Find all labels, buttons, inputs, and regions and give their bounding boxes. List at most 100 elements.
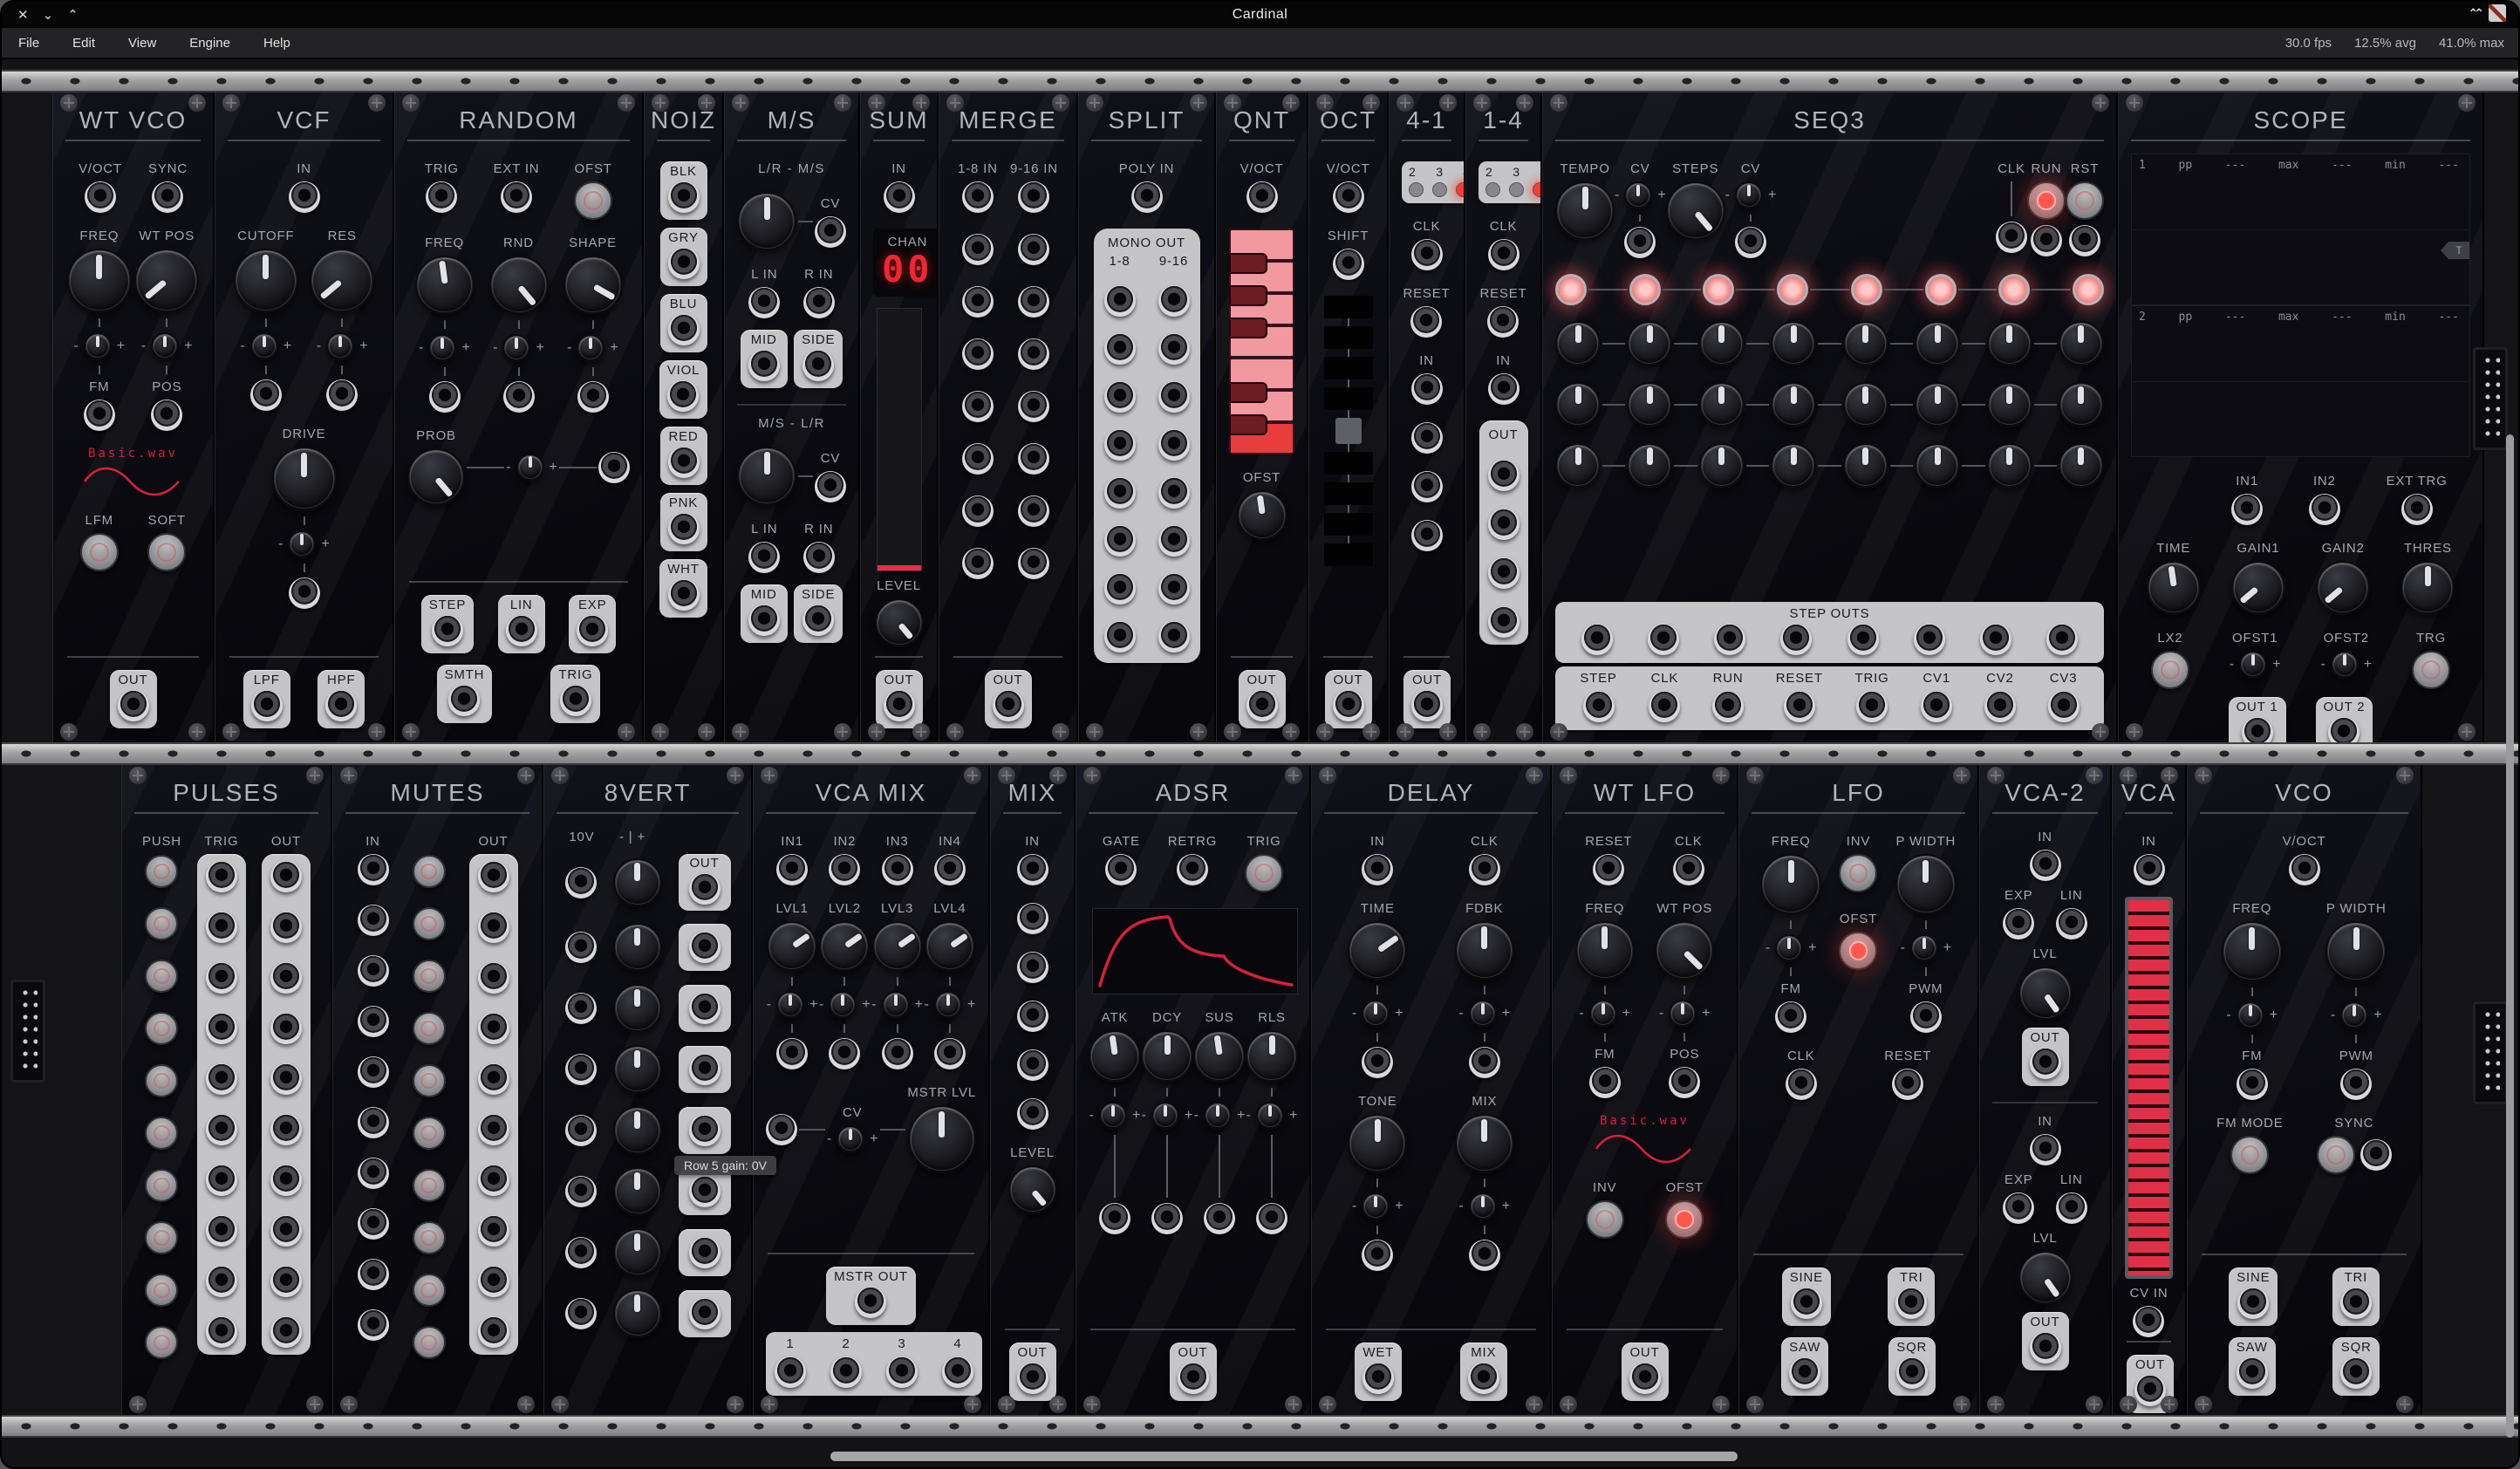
port-poly-in[interactable] bbox=[1131, 181, 1163, 213]
knob-p-width[interactable] bbox=[1895, 854, 1957, 915]
button-push-6[interactable] bbox=[145, 1117, 178, 1150]
port-in[interactable] bbox=[1411, 422, 1443, 454]
port-lvl3[interactable] bbox=[882, 1038, 913, 1069]
port-in-8[interactable] bbox=[565, 1298, 597, 1329]
trim-knob[interactable] bbox=[776, 991, 804, 1019]
port-in[interactable] bbox=[358, 1158, 389, 1189]
port-9-16-in[interactable] bbox=[1018, 548, 1049, 579]
knob-cv3-step3[interactable] bbox=[1699, 443, 1745, 489]
port-9-16-in[interactable] bbox=[1018, 443, 1049, 475]
port-1-8-in[interactable] bbox=[962, 338, 994, 370]
port-out-1[interactable] bbox=[2242, 717, 2273, 742]
port-1-8-in[interactable] bbox=[962, 495, 994, 527]
port-cv3[interactable] bbox=[2048, 691, 2080, 722]
knob-cv3-step1[interactable] bbox=[1555, 443, 1601, 489]
trim-knob[interactable] bbox=[2340, 1001, 2368, 1029]
port-9-16[interactable] bbox=[1158, 333, 1190, 365]
menu-item-file[interactable]: File bbox=[2, 28, 56, 58]
knob-cv1-step8[interactable] bbox=[2059, 321, 2104, 366]
port-trig[interactable] bbox=[206, 962, 237, 994]
port-out[interactable] bbox=[1488, 606, 1520, 638]
knob-wt-pos[interactable] bbox=[1655, 921, 1714, 980]
port-in-5[interactable] bbox=[565, 1115, 597, 1146]
port-out[interactable] bbox=[884, 690, 915, 721]
port-out[interactable] bbox=[270, 1063, 302, 1095]
port-out[interactable] bbox=[993, 690, 1024, 721]
port-v-oct[interactable] bbox=[85, 181, 116, 213]
port-in[interactable] bbox=[358, 1208, 389, 1240]
trim-knob[interactable] bbox=[1589, 1000, 1617, 1028]
port-run[interactable] bbox=[1712, 691, 1744, 722]
port-sus[interactable] bbox=[1204, 1203, 1235, 1234]
port-in1[interactable] bbox=[776, 854, 808, 885]
port-step-out-6[interactable] bbox=[1914, 624, 1945, 655]
port-step-out-5[interactable] bbox=[1847, 624, 1879, 655]
port-v-oct[interactable] bbox=[1333, 181, 1364, 213]
port-clk[interactable] bbox=[1996, 222, 2027, 253]
knob-gain-6[interactable] bbox=[613, 1167, 662, 1216]
port-in[interactable] bbox=[358, 1259, 389, 1290]
knob-cv2-step7[interactable] bbox=[1987, 382, 2032, 427]
port-out[interactable] bbox=[1411, 690, 1443, 721]
port-out[interactable] bbox=[270, 1013, 302, 1044]
knob-cv1-step6[interactable] bbox=[1915, 321, 1960, 366]
trim-knob[interactable] bbox=[428, 334, 456, 362]
knob-cv3-step6[interactable] bbox=[1915, 443, 1960, 489]
trim-knob[interactable] bbox=[1669, 1000, 1697, 1028]
port-in[interactable] bbox=[2030, 850, 2061, 881]
port-out[interactable] bbox=[1178, 1363, 1209, 1394]
trim-knob[interactable] bbox=[502, 334, 530, 362]
port-v-oct[interactable] bbox=[2289, 854, 2320, 885]
port-trig[interactable] bbox=[206, 1063, 237, 1095]
knob-lvl[interactable] bbox=[2018, 1251, 2073, 1305]
trim-knob[interactable] bbox=[250, 332, 278, 360]
port-1-8[interactable] bbox=[1104, 429, 1136, 461]
port-1-8[interactable] bbox=[1104, 333, 1136, 365]
port-lin[interactable] bbox=[2056, 1192, 2087, 1224]
port-step-out-7[interactable] bbox=[1980, 624, 2011, 655]
port-in[interactable] bbox=[358, 1107, 389, 1138]
trim-knob[interactable] bbox=[1735, 181, 1763, 209]
port-9-16[interactable] bbox=[1158, 285, 1190, 317]
port-tri[interactable] bbox=[1895, 1288, 1927, 1319]
knob-freq[interactable] bbox=[415, 256, 475, 315]
knob-time[interactable] bbox=[1348, 921, 1407, 980]
knob-gain-2[interactable] bbox=[613, 923, 662, 972]
port-1-8-in[interactable] bbox=[962, 181, 994, 213]
piano-key-d[interactable] bbox=[1229, 382, 1267, 403]
knob-ofst[interactable] bbox=[1237, 490, 1287, 541]
knob-cv3-step2[interactable] bbox=[1627, 443, 1672, 489]
port-mix[interactable] bbox=[1468, 1363, 1499, 1394]
knob-cv3-step4[interactable] bbox=[1771, 443, 1816, 489]
port-out[interactable] bbox=[1488, 557, 1520, 589]
port-pwm[interactable] bbox=[2340, 1069, 2372, 1100]
octave-cell[interactable] bbox=[1324, 357, 1373, 379]
port-fm[interactable] bbox=[1589, 1067, 1621, 1098]
port-1-8-in[interactable] bbox=[962, 286, 994, 318]
knob-gain-5[interactable] bbox=[613, 1106, 662, 1155]
port-lpf[interactable] bbox=[251, 690, 283, 721]
port-in[interactable] bbox=[358, 1006, 389, 1037]
port-in[interactable] bbox=[884, 181, 915, 213]
button-push-4[interactable] bbox=[145, 1012, 178, 1045]
button-lfm[interactable] bbox=[80, 533, 119, 571]
port-out[interactable] bbox=[1629, 1363, 1661, 1394]
channel-button-3[interactable] bbox=[1509, 182, 1524, 197]
button-push-1[interactable] bbox=[413, 855, 446, 888]
port-mid[interactable] bbox=[748, 350, 780, 381]
trim-knob[interactable] bbox=[1775, 934, 1803, 962]
port-cv[interactable] bbox=[1624, 227, 1656, 258]
port-in[interactable] bbox=[1017, 952, 1048, 983]
port-out[interactable] bbox=[478, 1063, 509, 1095]
port-wet[interactable] bbox=[1362, 1363, 1394, 1394]
port-saw[interactable] bbox=[1789, 1357, 1820, 1389]
port-cv-in[interactable] bbox=[2133, 1306, 2164, 1337]
button-push-8[interactable] bbox=[145, 1221, 178, 1254]
port-out[interactable] bbox=[270, 861, 302, 892]
port-ext-in[interactable] bbox=[501, 181, 532, 213]
port-trig[interactable] bbox=[206, 1266, 237, 1297]
port-1[interactable] bbox=[775, 1356, 806, 1388]
port-out[interactable] bbox=[270, 1114, 302, 1145]
port-shift[interactable] bbox=[1333, 249, 1364, 280]
port-4[interactable] bbox=[942, 1356, 973, 1388]
